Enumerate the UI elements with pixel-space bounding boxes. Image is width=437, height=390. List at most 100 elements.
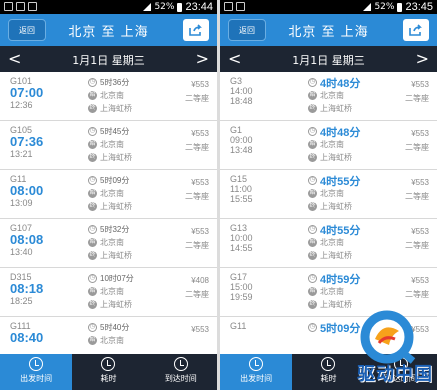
train-row[interactable]: G3 14:00 18:48 ◷ 4时48分始北京南终上海虹桥 ¥553 二等座 (220, 72, 437, 121)
tab-label: 出发时间 (240, 374, 273, 383)
clock-icon: ◷ (308, 127, 317, 136)
start-station-icon: 始 (88, 238, 97, 247)
to-station: 上海虹桥 (100, 202, 132, 211)
seat-class: 二等座 (185, 241, 209, 250)
next-day-button[interactable]: > (416, 49, 429, 68)
train-number: G13 (230, 223, 248, 233)
duration: 5时45分 (100, 127, 130, 136)
price: ¥553 (411, 227, 429, 236)
next-day-button[interactable]: > (196, 49, 209, 68)
end-station-icon: 终 (88, 104, 97, 113)
train-row[interactable]: G11 08:00 13:09 ◷ 5时09分始北京南终上海虹桥 ¥553 二等座 (0, 170, 217, 219)
start-station-icon: 始 (308, 140, 317, 149)
train-number: G11 (230, 321, 247, 331)
seat-class: 二等座 (405, 94, 429, 103)
clock-icon: ◷ (88, 176, 97, 185)
arrive-time: 13:21 (10, 149, 33, 159)
seat-class: 二等座 (185, 94, 209, 103)
tab-label: 到达时间 (164, 374, 197, 383)
signal-icon (363, 3, 372, 11)
clock-icon (321, 357, 336, 371)
start-station-icon: 始 (88, 189, 97, 198)
end-station-icon: 终 (308, 104, 317, 113)
clock-icon: ◷ (308, 274, 317, 283)
price: ¥553 (411, 178, 429, 187)
train-row[interactable]: G101 07:00 12:36 ◷ 5时36分始北京南终上海虹桥 ¥553 二等座 (0, 72, 217, 121)
depart-time: 08:18 (10, 281, 44, 296)
end-station-icon: 终 (308, 251, 317, 260)
train-row[interactable]: G1 09:00 13:48 ◷ 4时48分始北京南终上海虹桥 ¥553 二等座 (220, 121, 437, 170)
from-station: 北京南 (100, 140, 124, 149)
train-row[interactable]: G107 08:08 13:40 ◷ 5时32分始北京南终上海虹桥 ¥553 二等座 (0, 219, 217, 268)
date-bar: < 1月1日 星期三 > (220, 46, 437, 72)
sort-icon (29, 357, 44, 371)
price: ¥553 (411, 129, 429, 138)
clock-icon: ◷ (88, 323, 97, 332)
clock-icon: ◷ (308, 225, 317, 234)
price: ¥553 (411, 80, 429, 89)
start-station-icon: 始 (308, 189, 317, 198)
clock-time: 23:44 (185, 1, 213, 13)
start-station-icon: 始 (308, 238, 317, 247)
from-station: 北京南 (100, 336, 124, 345)
depart-time: 14:00 (230, 86, 253, 96)
train-row[interactable]: G13 10:00 14:55 ◷ 4时55分始北京南终上海虹桥 ¥553 二等座 (220, 219, 437, 268)
clock-icon (101, 357, 116, 371)
seat-class: 二等座 (405, 192, 429, 201)
depart-time: 15:00 (230, 282, 253, 292)
from-station: 北京南 (320, 189, 344, 198)
train-row[interactable]: G15 11:00 15:55 ◷ 4时55分始北京南终上海虹桥 ¥553 二等座 (220, 170, 437, 219)
clock-time: 23:45 (405, 1, 433, 13)
tab-departure-time[interactable]: 出发时间 (0, 354, 73, 390)
price: ¥553 (411, 276, 429, 285)
train-number: G1 (230, 125, 243, 135)
to-station: 上海虹桥 (100, 251, 132, 260)
to-station: 上海虹桥 (100, 153, 132, 162)
price: ¥553 (191, 129, 209, 138)
from-station: 北京南 (100, 189, 124, 198)
tab-duration[interactable]: 耗时 (72, 354, 144, 390)
start-station-icon: 始 (308, 91, 317, 100)
clock-icon: ◷ (308, 78, 317, 87)
depart-time: 07:36 (10, 134, 44, 149)
train-row[interactable]: G105 07:36 13:21 ◷ 5时45分始北京南终上海虹桥 ¥553 二等座 (0, 121, 217, 170)
train-list: G101 07:00 12:36 ◷ 5时36分始北京南终上海虹桥 ¥553 二等座 G… (0, 72, 217, 366)
battery-level: 52% (154, 2, 175, 12)
duration: 4时59分 (320, 273, 361, 286)
seat-class: 二等座 (185, 143, 209, 152)
depart-time: 08:00 (10, 183, 44, 198)
depart-time: 09:00 (230, 135, 253, 145)
clock-icon: ◷ (308, 176, 317, 185)
sort-icon (173, 357, 188, 371)
train-row[interactable]: D315 08:18 18:25 ◷ 10时07分始北京南终上海虹桥 ¥408 二等座 (0, 268, 217, 317)
arrive-time: 19:59 (230, 292, 253, 302)
share-icon (409, 24, 422, 36)
battery-level: 52% (374, 2, 395, 12)
duration: 4时55分 (320, 224, 361, 237)
sort-tab-bar: 出发时间 耗时 到达时间 (0, 354, 217, 390)
arrive-time: 12:36 (10, 100, 33, 110)
to-station: 上海虹桥 (320, 153, 352, 162)
tab-label: 耗时 (320, 374, 337, 383)
depart-time: 11:00 (230, 184, 252, 194)
status-bar: 52% 23:44 (0, 0, 217, 14)
watermark-text: 驱动中国 (357, 364, 433, 385)
duration: 5时36分 (100, 78, 130, 87)
share-button[interactable] (183, 19, 209, 41)
start-station-icon: 始 (88, 336, 97, 345)
tab-arrival-time[interactable]: 到达时间 (145, 354, 217, 390)
price: ¥408 (191, 276, 209, 285)
seat-class: 二等座 (405, 143, 429, 152)
clock-icon: ◷ (88, 78, 97, 87)
share-button[interactable] (403, 19, 429, 41)
tab-departure-time[interactable]: 出发时间 (220, 354, 293, 390)
clock-icon: ◷ (308, 323, 317, 332)
arrive-time: 13:48 (230, 145, 253, 155)
from-station: 北京南 (320, 91, 344, 100)
end-station-icon: 终 (308, 300, 317, 309)
notification-icon (224, 2, 233, 11)
depart-time: 07:00 (10, 85, 44, 100)
from-station: 北京南 (320, 140, 344, 149)
arrive-time: 13:40 (10, 247, 33, 257)
title-bar: 返回 北京 至 上海 (220, 14, 437, 46)
